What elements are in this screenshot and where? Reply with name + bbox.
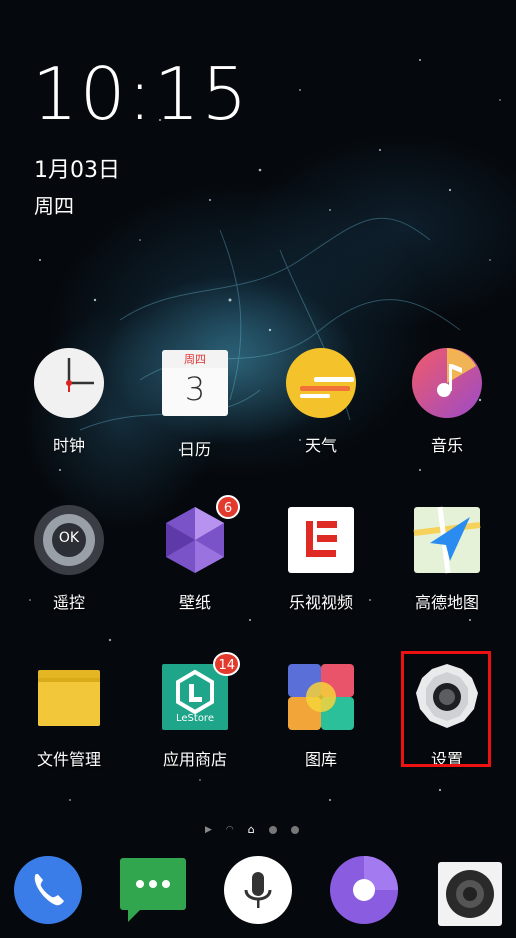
gallery-icon [284,660,358,734]
clock-icon [32,346,106,420]
dock-camera[interactable] [434,854,506,926]
app-label: 应用商店 [162,750,227,769]
app-label: 高德地图 [414,593,479,612]
letv-video-icon [284,503,358,577]
app-label: 天气 [304,436,337,455]
app-label: 图库 [304,750,337,769]
home-indicator-icon: ⌂ [247,823,255,836]
clock-date: 1月03日 [34,158,120,183]
calendar-weekday: 周四 [162,350,228,368]
page-dot [268,825,277,834]
dock [0,848,516,938]
clock-time: 10:15 [32,52,250,136]
amap-icon [410,503,484,577]
weather-icon [284,346,358,420]
dock-phone[interactable] [12,854,84,926]
dock-messages[interactable] [118,854,190,926]
app-label: 音乐 [430,436,463,455]
app-remote[interactable]: OK 遥控 [14,503,124,613]
remote-icon: OK [32,503,106,577]
app-clock[interactable]: 时钟 [14,346,124,456]
phone-icon [14,856,82,924]
play-indicator-icon: ▶ [205,824,212,835]
app-label: 遥控 [52,593,85,612]
browser-icon [330,856,398,924]
dock-voice-assistant[interactable] [222,854,294,926]
app-label: 壁纸 [178,593,211,612]
calendar-icon: 周四 3 [158,350,232,424]
dock-browser[interactable] [328,854,400,926]
app-calendar[interactable]: 周四 3 日历 [140,346,250,460]
remote-ok-label: OK [58,530,80,546]
app-label: 时钟 [52,436,85,455]
store-text: LeStore [176,713,214,724]
app-label: 乐视视频 [288,593,353,612]
app-label: 日历 [178,440,211,459]
messages-icon [120,858,186,922]
app-music[interactable]: 音乐 [392,346,502,456]
app-wallpaper[interactable]: 6 壁纸 [140,495,250,613]
app-weather[interactable]: 天气 [266,346,376,456]
music-icon [410,346,484,420]
notification-badge: 6 [216,495,240,519]
notification-badge: 14 [213,652,240,676]
app-amap[interactable]: 高德地图 [392,503,502,613]
wallpaper-icon: 6 [158,495,240,577]
feed-indicator-icon: ◠ [225,824,234,835]
clock-weekday: 周四 [34,194,74,218]
voice-assistant-icon [224,856,292,924]
page-dot [290,825,299,834]
page-indicator[interactable]: ▶ ◠ ⌂ [205,823,299,836]
highlight-box [401,651,491,767]
camera-icon [438,862,502,926]
calendar-day: 3 [184,370,206,408]
starfield-wallpaper [29,59,501,801]
folder-icon [32,660,106,734]
app-store[interactable]: LeStore 14 应用商店 [140,652,250,770]
app-file-manager[interactable]: 文件管理 [14,660,124,770]
app-gallery[interactable]: 图库 [266,660,376,770]
app-letv-video[interactable]: 乐视视频 [266,503,376,613]
lestore-icon: LeStore 14 [158,652,240,734]
app-label: 文件管理 [36,750,101,769]
